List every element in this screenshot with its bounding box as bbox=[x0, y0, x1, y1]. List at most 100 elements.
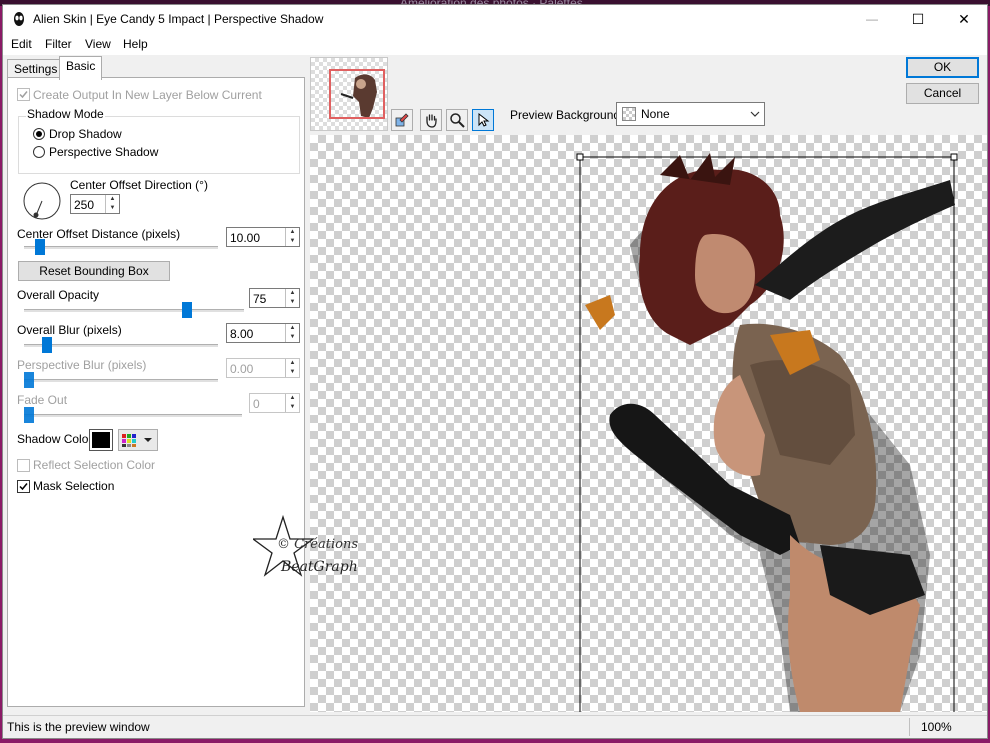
create-output-label: Create Output In New Layer Below Current bbox=[33, 88, 262, 102]
perspective-blur-slider-thumb[interactable] bbox=[24, 372, 34, 388]
check-icon bbox=[19, 91, 28, 99]
basic-settings-panel: Create Output In New Layer Below Current… bbox=[7, 77, 305, 707]
menu-edit[interactable]: Edit bbox=[11, 37, 32, 51]
figure-raised-arm bbox=[755, 180, 955, 300]
bounding-box-handle bbox=[576, 153, 584, 161]
status-divider bbox=[909, 718, 910, 736]
drop-shadow-radio[interactable] bbox=[33, 128, 45, 140]
title-bar[interactable]: Alien Skin | Eye Candy 5 Impact | Perspe… bbox=[3, 5, 987, 33]
overall-blur-slider-track[interactable] bbox=[24, 344, 218, 347]
overall-opacity-slider-thumb[interactable] bbox=[181, 302, 192, 318]
transparent-swatch-icon bbox=[622, 107, 636, 121]
center-offset-distance-value: 10.00 bbox=[230, 231, 261, 245]
zoom-level: 100% bbox=[921, 720, 952, 734]
viewport-rectangle[interactable] bbox=[329, 69, 385, 119]
chevron-down-icon bbox=[750, 111, 760, 117]
fade-out-slider-thumb[interactable] bbox=[24, 407, 34, 423]
center-offset-distance-slider-thumb[interactable] bbox=[35, 239, 46, 255]
center-offset-direction-value: 250 bbox=[74, 198, 95, 212]
color-picker-tool[interactable] bbox=[391, 109, 413, 131]
navigator-thumbnail[interactable] bbox=[310, 57, 388, 131]
perspective-shadow-radio[interactable] bbox=[33, 146, 45, 158]
reset-bounding-box-button[interactable]: Reset Bounding Box bbox=[18, 261, 170, 281]
fade-out-slider-track[interactable] bbox=[24, 414, 242, 417]
tab-settings[interactable]: Settings bbox=[7, 59, 65, 79]
ok-button[interactable]: OK bbox=[906, 57, 979, 78]
spin-arrows[interactable]: ▲ ▼ bbox=[105, 195, 119, 213]
mask-selection-checkbox[interactable] bbox=[17, 480, 30, 493]
tab-basic[interactable]: Basic bbox=[59, 56, 103, 80]
overall-blur-input[interactable]: 8.00 ▲ ▼ bbox=[226, 323, 300, 343]
cancel-button[interactable]: Cancel bbox=[906, 83, 979, 104]
shadow-mode-title: Shadow Mode bbox=[26, 107, 105, 121]
maximize-button[interactable]: ☐ bbox=[895, 5, 941, 33]
dialog-window: Alien Skin | Eye Candy 5 Impact | Perspe… bbox=[2, 4, 988, 739]
minimize-button[interactable]: — bbox=[849, 5, 895, 33]
spin-arrows[interactable]: ▲ ▼ bbox=[285, 228, 299, 246]
pointer-tool[interactable] bbox=[472, 109, 494, 131]
check-icon bbox=[19, 483, 28, 491]
perspective-blur-value: 0.00 bbox=[230, 362, 254, 376]
overall-blur-slider-thumb[interactable] bbox=[42, 337, 53, 353]
drop-shadow-label: Drop Shadow bbox=[49, 127, 122, 141]
watermark-line1: © Créations bbox=[277, 537, 358, 552]
color-grid-icon bbox=[122, 434, 152, 447]
center-offset-direction-input[interactable]: 250 ▲ ▼ bbox=[70, 194, 120, 214]
spin-arrows[interactable]: ▲ ▼ bbox=[285, 289, 299, 307]
chevron-down-icon bbox=[144, 438, 152, 442]
window-title: Alien Skin | Eye Candy 5 Impact | Perspe… bbox=[33, 12, 324, 26]
perspective-blur-label: Perspective Blur (pixels) bbox=[17, 358, 147, 372]
preview-background-label: Preview Background: bbox=[510, 108, 624, 122]
menu-view[interactable]: View bbox=[85, 37, 111, 51]
watermark: © Créations BeatGraph bbox=[251, 514, 383, 585]
eyedropper-icon bbox=[395, 113, 409, 127]
overall-blur-label: Overall Blur (pixels) bbox=[17, 323, 122, 337]
perspective-shadow-label: Perspective Shadow bbox=[49, 145, 159, 159]
hand-tool[interactable] bbox=[420, 109, 442, 131]
center-offset-distance-slider-track[interactable] bbox=[24, 246, 218, 249]
preview-image bbox=[576, 153, 958, 712]
direction-dial[interactable] bbox=[22, 181, 62, 221]
menu-filter[interactable]: Filter bbox=[45, 37, 72, 51]
bounding-box-handle bbox=[950, 153, 958, 161]
perspective-blur-input[interactable]: 0.00 ▲ ▼ bbox=[226, 358, 300, 378]
zoom-tool[interactable] bbox=[446, 109, 468, 131]
shadow-color-fill bbox=[92, 432, 110, 448]
arrow-pointer-icon bbox=[478, 112, 490, 127]
fade-out-label: Fade Out bbox=[17, 393, 68, 407]
create-output-checkbox[interactable] bbox=[17, 88, 30, 101]
center-offset-distance-input[interactable]: 10.00 ▲ ▼ bbox=[226, 227, 300, 247]
overall-blur-value: 8.00 bbox=[230, 327, 254, 341]
status-bar: This is the preview window 100% bbox=[3, 715, 987, 738]
maximize-icon: ☐ bbox=[911, 10, 925, 27]
menu-bar: Edit Filter View Help bbox=[3, 33, 987, 55]
close-icon: ✕ bbox=[958, 10, 970, 27]
reflect-selection-color-checkbox[interactable] bbox=[17, 459, 30, 472]
alien-skin-app-icon bbox=[14, 12, 24, 26]
shadow-color-label: Shadow Color bbox=[17, 432, 93, 446]
shadow-color-swatch[interactable] bbox=[89, 429, 113, 451]
preview-canvas[interactable] bbox=[310, 135, 987, 712]
overall-opacity-value: 75 bbox=[253, 292, 267, 306]
close-button[interactable]: ✕ bbox=[941, 5, 987, 33]
mask-selection-label: Mask Selection bbox=[33, 479, 115, 493]
spin-arrows[interactable]: ▲ ▼ bbox=[285, 394, 299, 412]
preview-background-value: None bbox=[641, 107, 670, 121]
status-text: This is the preview window bbox=[7, 720, 150, 734]
perspective-blur-slider-track[interactable] bbox=[24, 379, 218, 382]
overall-opacity-slider-track[interactable] bbox=[24, 309, 244, 312]
hand-icon bbox=[426, 114, 437, 128]
color-palette-dropdown[interactable] bbox=[118, 429, 158, 451]
reflect-selection-color-label: Reflect Selection Color bbox=[33, 458, 156, 472]
spin-arrows[interactable]: ▲ ▼ bbox=[285, 324, 299, 342]
magnifier-icon bbox=[450, 113, 465, 128]
watermark-line2: BeatGraph bbox=[281, 559, 358, 575]
overall-opacity-input[interactable]: 75 ▲ ▼ bbox=[249, 288, 300, 308]
butterfly bbox=[585, 295, 615, 330]
preview-background-select[interactable]: None bbox=[616, 102, 765, 126]
menu-help[interactable]: Help bbox=[123, 37, 148, 51]
spin-arrows[interactable]: ▲ ▼ bbox=[285, 359, 299, 377]
minimize-icon: — bbox=[866, 12, 878, 26]
fade-out-input[interactable]: 0 ▲ ▼ bbox=[249, 393, 300, 413]
center-offset-direction-label: Center Offset Direction (°) bbox=[70, 178, 208, 192]
